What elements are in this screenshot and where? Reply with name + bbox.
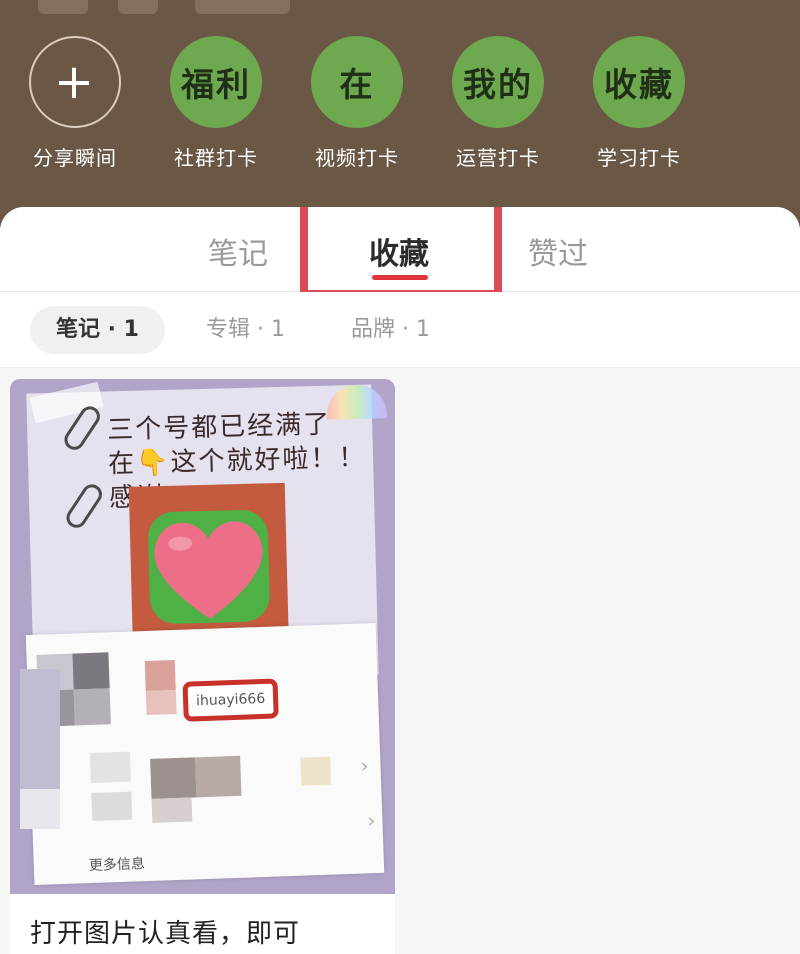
mosaic-block bbox=[20, 669, 60, 789]
mosaic-block bbox=[150, 757, 197, 799]
note-card[interactable]: 三个号都已经满了 在👇这个就好啦！！ 感谢 bbox=[10, 379, 395, 954]
subtab-brands[interactable]: 品牌 · 1 bbox=[325, 306, 456, 354]
chevron-right-icon: › bbox=[366, 808, 376, 833]
mosaic-block bbox=[195, 755, 242, 798]
community-checkin-item[interactable]: 福利 社群打卡 bbox=[161, 36, 271, 171]
note-title[interactable]: 打开图片认真看，即可 bbox=[30, 913, 300, 950]
subtab-notes[interactable]: 笔记 · 1 bbox=[30, 306, 165, 354]
chevron-right-icon: › bbox=[360, 753, 369, 778]
video-checkin-item[interactable]: 在 视频打卡 bbox=[302, 36, 412, 171]
circle-label: 社群打卡 bbox=[174, 146, 258, 170]
mosaic-block bbox=[89, 751, 131, 783]
circle-cover[interactable]: 在 bbox=[311, 36, 403, 128]
mosaic-block bbox=[91, 791, 133, 821]
circle-cover[interactable]: 我的 bbox=[452, 36, 544, 128]
profile-header: + 分享瞬间 福利 社群打卡 在 视频打卡 我的 运营打卡 收藏 学习打卡 bbox=[0, 0, 800, 230]
circle-label: 学习打卡 bbox=[597, 146, 681, 170]
mosaic-block bbox=[300, 756, 332, 786]
circle-cover[interactable]: 福利 bbox=[170, 36, 262, 128]
note-cover-image[interactable]: 三个号都已经满了 在👇这个就好啦！！ 感谢 bbox=[10, 379, 395, 894]
mosaic-block bbox=[72, 652, 110, 690]
tab-notes[interactable]: 笔记 bbox=[208, 229, 268, 273]
study-checkin-item[interactable]: 收藏 学习打卡 bbox=[584, 36, 694, 171]
blurred-status-bar bbox=[38, 0, 88, 14]
share-moment-item[interactable]: + 分享瞬间 bbox=[20, 36, 130, 171]
circle-cover[interactable]: 收藏 bbox=[593, 36, 685, 128]
paperclip-icon bbox=[62, 480, 106, 532]
plus-icon[interactable]: + bbox=[29, 36, 121, 128]
mosaic-block bbox=[145, 689, 177, 716]
more-info-label: 更多信息 bbox=[88, 856, 146, 875]
mosaic-block bbox=[144, 660, 176, 692]
highlight-frame bbox=[300, 207, 502, 298]
circle-label: 视频打卡 bbox=[315, 146, 399, 170]
heart-icon bbox=[139, 499, 278, 635]
mosaic-block bbox=[151, 797, 193, 823]
blurred-status-bar bbox=[118, 0, 158, 14]
subtab-albums[interactable]: 专辑 · 1 bbox=[180, 306, 311, 354]
tab-liked[interactable]: 赞过 bbox=[528, 229, 588, 273]
content-sheet: 笔记 收藏 赞过 笔记 · 1 专辑 · 1 品牌 · 1 三个号都已经满了 在… bbox=[0, 207, 800, 954]
profile-screenshot: ihuayi666 › › 更多信息 bbox=[25, 622, 385, 886]
circle-label: 运营打卡 bbox=[456, 146, 540, 170]
note-line: 在👇这个就好啦！！ bbox=[107, 442, 367, 480]
account-handle: ihuayi666 bbox=[182, 678, 279, 722]
mosaic-block bbox=[20, 789, 60, 829]
sub-tabs: 笔记 · 1 专辑 · 1 品牌 · 1 bbox=[0, 292, 800, 368]
ops-checkin-item[interactable]: 我的 运营打卡 bbox=[443, 36, 553, 171]
mosaic-block bbox=[73, 688, 111, 726]
highlight-circles: + 分享瞬间 福利 社群打卡 在 视频打卡 我的 运营打卡 收藏 学习打卡 bbox=[0, 36, 800, 176]
blurred-status-bar bbox=[195, 0, 290, 14]
circle-label: 分享瞬间 bbox=[33, 146, 117, 170]
